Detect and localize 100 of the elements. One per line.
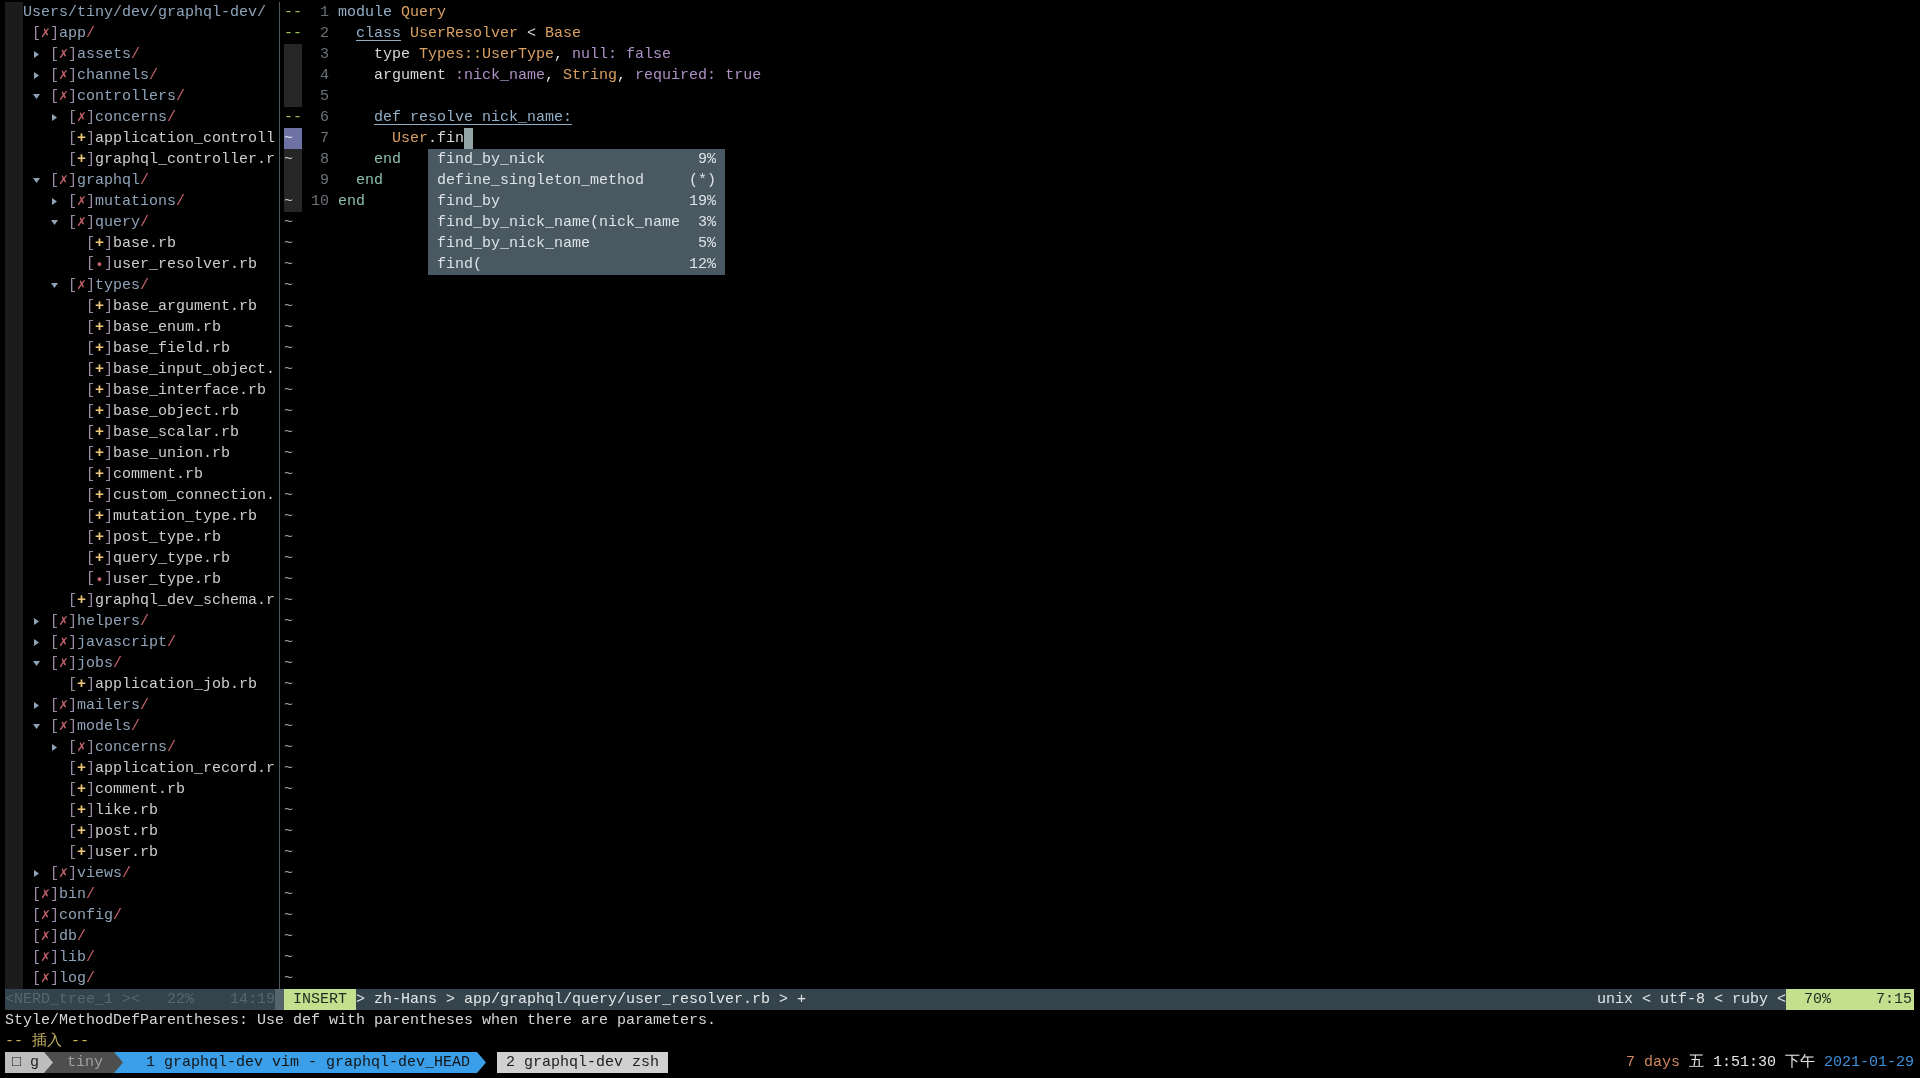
completion-item[interactable]: find_by_nick_name 5% (428, 233, 725, 254)
tree-item[interactable]: [✗]query/ (50, 212, 150, 233)
tree-item[interactable]: [✗]mailers/ (32, 695, 150, 716)
tree-item[interactable]: [●]user_resolver.rb (86, 254, 258, 275)
tree-item[interactable]: [✗]app/ (32, 23, 96, 44)
tree-item[interactable]: [✗]log/ (32, 968, 96, 989)
caret-right-icon[interactable] (52, 198, 57, 205)
tree-item[interactable]: [+]comment.rb (68, 779, 186, 800)
end-of-buffer-marker: ~ (284, 927, 293, 947)
tree-item[interactable]: [✗]concerns/ (50, 107, 177, 128)
uptime-text: 7 days (1625, 1053, 1680, 1073)
code-line: User.fin (391, 129, 465, 149)
caret-down-icon[interactable] (33, 178, 40, 183)
tree-item[interactable]: [+]application_controll (68, 128, 276, 149)
caret-right-icon[interactable] (34, 72, 39, 79)
tree-item[interactable]: [+]post_type.rb (86, 527, 222, 548)
tree-item[interactable]: [✗]channels/ (32, 65, 159, 86)
caret-right-icon[interactable] (52, 114, 57, 121)
tree-item[interactable]: [+]graphql_controller.r (68, 149, 276, 170)
end-of-buffer-marker: ~ (284, 864, 293, 884)
tree-item[interactable]: [✗]helpers/ (32, 611, 150, 632)
end-of-buffer-marker: ~ (284, 528, 293, 548)
caret-down-icon[interactable] (33, 724, 40, 729)
gutter-sign: -- (284, 108, 302, 128)
end-of-buffer-marker: ~ (284, 969, 293, 989)
caret-right-icon[interactable] (34, 639, 39, 646)
tree-item[interactable]: [✗]mutations/ (50, 191, 186, 212)
tree-item[interactable]: [✗]db/ (32, 926, 87, 947)
tree-item[interactable]: [✗]bin/ (32, 884, 96, 905)
completion-item[interactable]: find_by 19% (428, 191, 725, 212)
completion-item[interactable]: find( 12% (428, 254, 725, 275)
end-of-buffer-marker: ~ (284, 633, 293, 653)
tree-item[interactable]: [✗]javascript/ (32, 632, 177, 653)
file-info-text: > zh-Hans > app/graphql/query/user_resolver.rb > + (356, 990, 807, 1010)
tree-item[interactable]: [●]user_type.rb (86, 569, 222, 590)
end-of-buffer-marker: ~ (284, 360, 293, 380)
tree-root-path: Users/tiny/dev/graphql-dev/ (23, 3, 267, 23)
caret-right-icon[interactable] (34, 618, 39, 625)
gutter-sign: ~ (284, 149, 302, 170)
tree-item[interactable]: [✗]concerns/ (50, 737, 177, 758)
tree-item[interactable]: [+]base_union.rb (86, 443, 231, 464)
tree-item[interactable]: [+]query_type.rb (86, 548, 231, 569)
line-number: 9 (320, 172, 329, 189)
tree-item[interactable]: [✗]types/ (50, 275, 150, 296)
end-of-buffer-marker: ~ (284, 570, 293, 590)
tree-item[interactable]: [✗]graphql/ (32, 170, 150, 191)
window-tab[interactable]: 2 graphql-dev zsh (497, 1052, 669, 1073)
separator-text: >< (122, 990, 141, 1010)
end-of-buffer-marker: ~ (284, 780, 293, 800)
end-of-buffer-marker: ~ (284, 801, 293, 821)
end-of-buffer-marker: ~ (284, 297, 293, 317)
caret-down-icon[interactable] (51, 220, 58, 225)
tree-item[interactable]: [+]post.rb (68, 821, 159, 842)
scroll-percent: 70% (1803, 990, 1831, 1010)
tree-item[interactable]: [+]base_argument.rb (86, 296, 258, 317)
caret-right-icon[interactable] (34, 870, 39, 877)
tree-item[interactable]: [+]base_input_object. (86, 359, 276, 380)
mode-indicator: INSERT (284, 989, 356, 1010)
end-of-buffer-marker: ~ (284, 654, 293, 674)
tree-item[interactable]: [+]like.rb (68, 800, 159, 821)
tree-item[interactable]: [+]base_scalar.rb (86, 422, 240, 443)
completion-item[interactable]: find_by_nick_name(nick_name 3% (428, 212, 725, 233)
tree-item[interactable]: [✗]models/ (32, 716, 141, 737)
tree-item[interactable]: [+]base_enum.rb (86, 317, 222, 338)
tree-item[interactable]: [+]base.rb (86, 233, 177, 254)
caret-right-icon[interactable] (52, 744, 57, 751)
tree-item[interactable]: [✗]lib/ (32, 947, 96, 968)
tree-item[interactable]: [+]base_interface.rb (86, 380, 267, 401)
end-of-buffer-marker: ~ (284, 696, 293, 716)
end-of-buffer-marker: ~ (284, 234, 293, 254)
end-of-buffer-marker: ~ (284, 906, 293, 926)
caret-down-icon[interactable] (51, 283, 58, 288)
tree-item[interactable]: [+]graphql_dev_schema.r (68, 590, 276, 611)
tree-item[interactable]: [✗]assets/ (32, 44, 141, 65)
tree-item[interactable]: [✗]views/ (32, 863, 132, 884)
tree-item[interactable]: [+]application_record.r (68, 758, 276, 779)
tree-item[interactable]: [✗]controllers/ (32, 86, 186, 107)
tree-item[interactable]: [✗]jobs/ (32, 653, 123, 674)
segment-arrow-icon (477, 1052, 487, 1073)
caret-right-icon[interactable] (34, 702, 39, 709)
lint-message: Style/MethodDefParentheses: Use def with parentheses when there are parameters. (5, 1011, 717, 1031)
caret-right-icon[interactable] (34, 51, 39, 58)
tree-item[interactable]: [+]base_field.rb (86, 338, 231, 359)
end-of-buffer-marker: ~ (284, 423, 293, 443)
line-number: 5 (320, 88, 329, 105)
tree-item[interactable]: [+]comment.rb (86, 464, 204, 485)
caret-down-icon[interactable] (33, 94, 40, 99)
end-of-buffer-marker: ~ (284, 612, 293, 632)
end-of-buffer-marker: ~ (284, 843, 293, 863)
tree-item[interactable]: [+]mutation_type.rb (86, 506, 258, 527)
completion-item[interactable]: find_by_nick 9% (428, 149, 725, 170)
tree-item[interactable]: [✗]config/ (32, 905, 123, 926)
tree-item[interactable]: [+]base_object.rb (86, 401, 240, 422)
gutter-sign: -- (284, 24, 302, 44)
caret-down-icon[interactable] (33, 661, 40, 666)
completion-item[interactable]: define_singleton_method (*) (428, 170, 725, 191)
tree-item[interactable]: [+]custom_connection. (86, 485, 276, 506)
tree-item[interactable]: [+]user.rb (68, 842, 159, 863)
tree-item[interactable]: [+]application_job.rb (68, 674, 258, 695)
file-format-text: unix < utf-8 < ruby < (1596, 990, 1786, 1010)
